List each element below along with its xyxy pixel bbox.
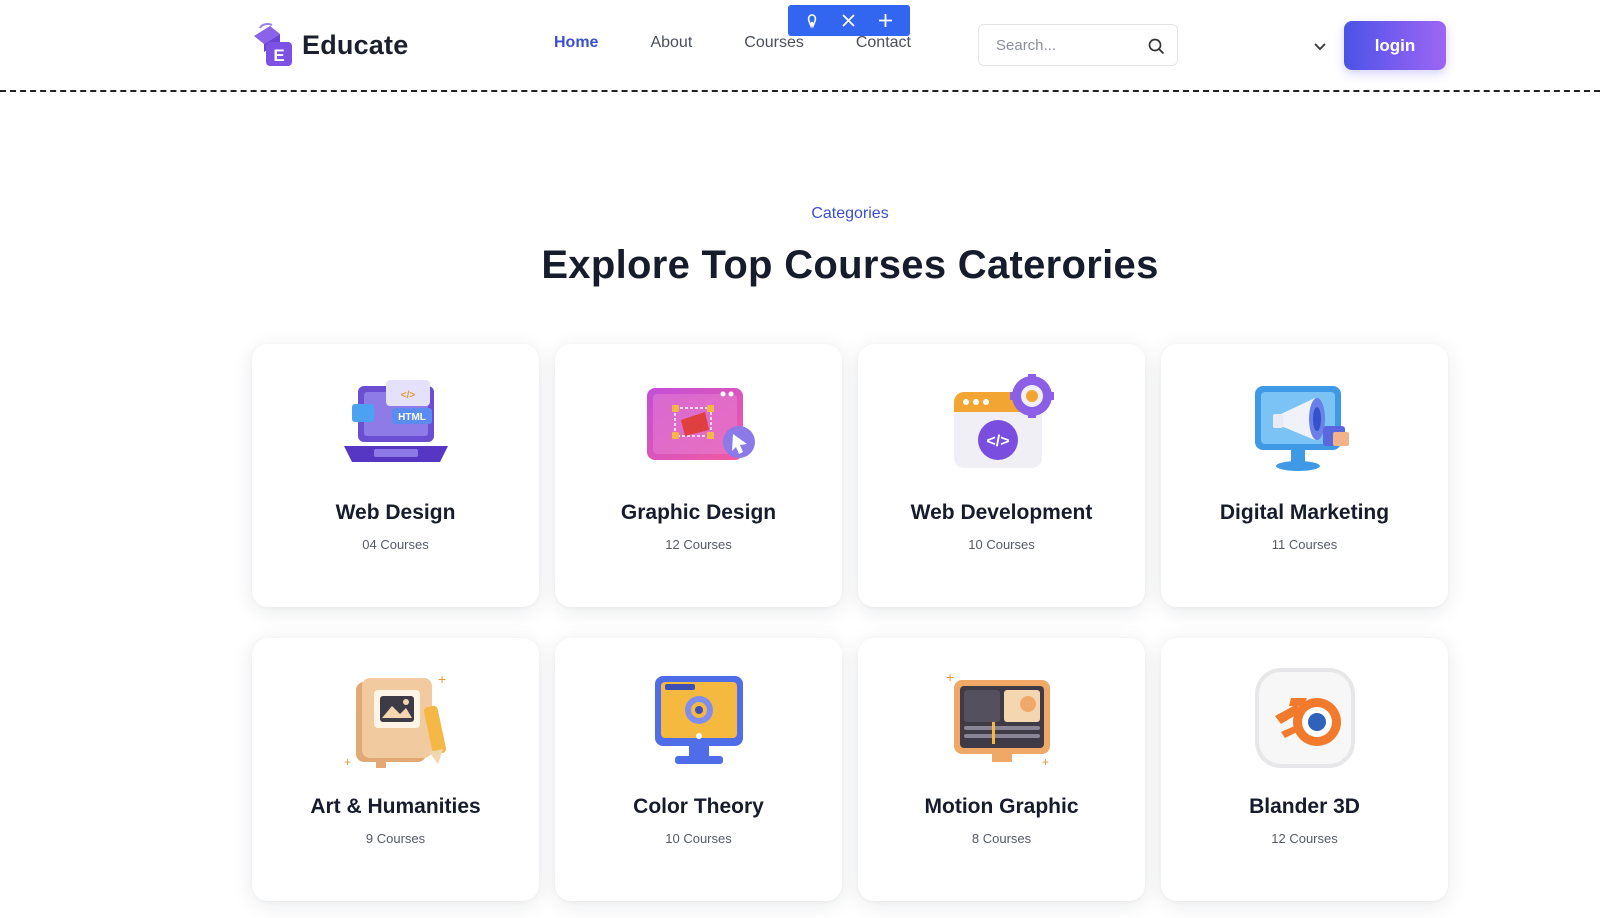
svg-text:+: + bbox=[946, 669, 954, 685]
category-card-motion-graphic[interactable]: + + Motion Graphic 8 Courses bbox=[858, 638, 1145, 901]
category-card-web-development[interactable]: </> Web Development 10 Courses bbox=[858, 344, 1145, 607]
category-count: 10 Courses bbox=[968, 537, 1035, 552]
category-card-color-theory[interactable]: Color Theory 10 Courses bbox=[555, 638, 842, 901]
page: E Educate Home About Courses Contact Sea… bbox=[0, 0, 1600, 918]
category-count: 10 Courses bbox=[665, 831, 732, 846]
main-nav: Home About Courses Contact bbox=[554, 34, 963, 52]
login-button[interactable]: login bbox=[1344, 21, 1446, 70]
category-title: Digital Marketing bbox=[1219, 501, 1390, 524]
nav-contact[interactable]: Contact bbox=[856, 34, 911, 52]
blender-logo-icon bbox=[1245, 668, 1365, 772]
editor-toolbar bbox=[788, 5, 910, 36]
svg-text:+: + bbox=[1042, 755, 1049, 769]
code-gear-icon: </> bbox=[942, 374, 1062, 478]
svg-text:</>: </> bbox=[986, 433, 1009, 450]
category-card-blender-3d[interactable]: Blander 3D 12 Courses bbox=[1161, 638, 1448, 901]
category-card-digital-marketing[interactable]: Digital Marketing 11 Courses bbox=[1161, 344, 1448, 607]
drag-handle-icon[interactable] bbox=[798, 9, 826, 33]
svg-text:+: + bbox=[438, 671, 446, 687]
search-box bbox=[978, 24, 1178, 66]
megaphone-monitor-icon bbox=[1245, 374, 1365, 478]
svg-text:</>: </> bbox=[400, 390, 415, 401]
category-title: Graphic Design bbox=[620, 501, 777, 524]
category-card-graphic-design[interactable]: Graphic Design 12 Courses bbox=[555, 344, 842, 607]
laptop-html-icon: </> HTML bbox=[336, 374, 456, 478]
section-tag: Categories bbox=[811, 205, 889, 222]
logo-letter: E bbox=[273, 46, 284, 65]
video-editor-icon: + + bbox=[942, 668, 1062, 772]
category-card-art-humanities[interactable]: + + Art & Humanities 9 Courses bbox=[252, 638, 539, 901]
close-icon[interactable] bbox=[835, 9, 863, 33]
category-count: 9 Courses bbox=[365, 831, 426, 846]
search-input[interactable] bbox=[996, 36, 1146, 54]
brand-logo[interactable]: E Educate bbox=[250, 22, 408, 68]
svg-text:+: + bbox=[344, 755, 351, 769]
design-canvas-icon bbox=[639, 374, 759, 478]
category-count: 8 Courses bbox=[971, 831, 1032, 846]
graduation-cap-icon: E bbox=[250, 22, 296, 68]
brand-name: Educate bbox=[302, 29, 409, 60]
category-count: 11 Courses bbox=[1271, 537, 1338, 552]
nav-courses[interactable]: Courses bbox=[744, 34, 804, 52]
chevron-down-icon[interactable] bbox=[1312, 38, 1328, 54]
category-card-web-design[interactable]: </> HTML Web Design 04 Courses bbox=[252, 344, 539, 607]
section-title: Explore Top Courses Caterories bbox=[541, 243, 1159, 287]
nav-home[interactable]: Home bbox=[554, 34, 598, 52]
site-header: E Educate Home About Courses Contact Sea… bbox=[0, 0, 1600, 92]
plus-icon[interactable] bbox=[872, 9, 900, 33]
color-monitor-icon bbox=[639, 668, 759, 772]
category-title: Art & Humanities bbox=[310, 795, 481, 818]
nav-about[interactable]: About bbox=[650, 34, 692, 52]
category-title: Motion Graphic bbox=[924, 795, 1079, 818]
category-count: 12 Courses bbox=[1271, 831, 1338, 846]
art-book-icon: + + bbox=[336, 668, 456, 772]
category-count: 12 Courses bbox=[665, 537, 732, 552]
svg-text:HTML: HTML bbox=[398, 412, 426, 423]
search-icon[interactable] bbox=[1148, 38, 1165, 55]
category-title: Color Theory bbox=[633, 795, 764, 818]
category-count: 04 Courses bbox=[362, 537, 429, 552]
category-title: Blander 3D bbox=[1249, 795, 1360, 818]
category-title: Web Development bbox=[910, 501, 1093, 524]
category-title: Web Design bbox=[335, 501, 456, 524]
